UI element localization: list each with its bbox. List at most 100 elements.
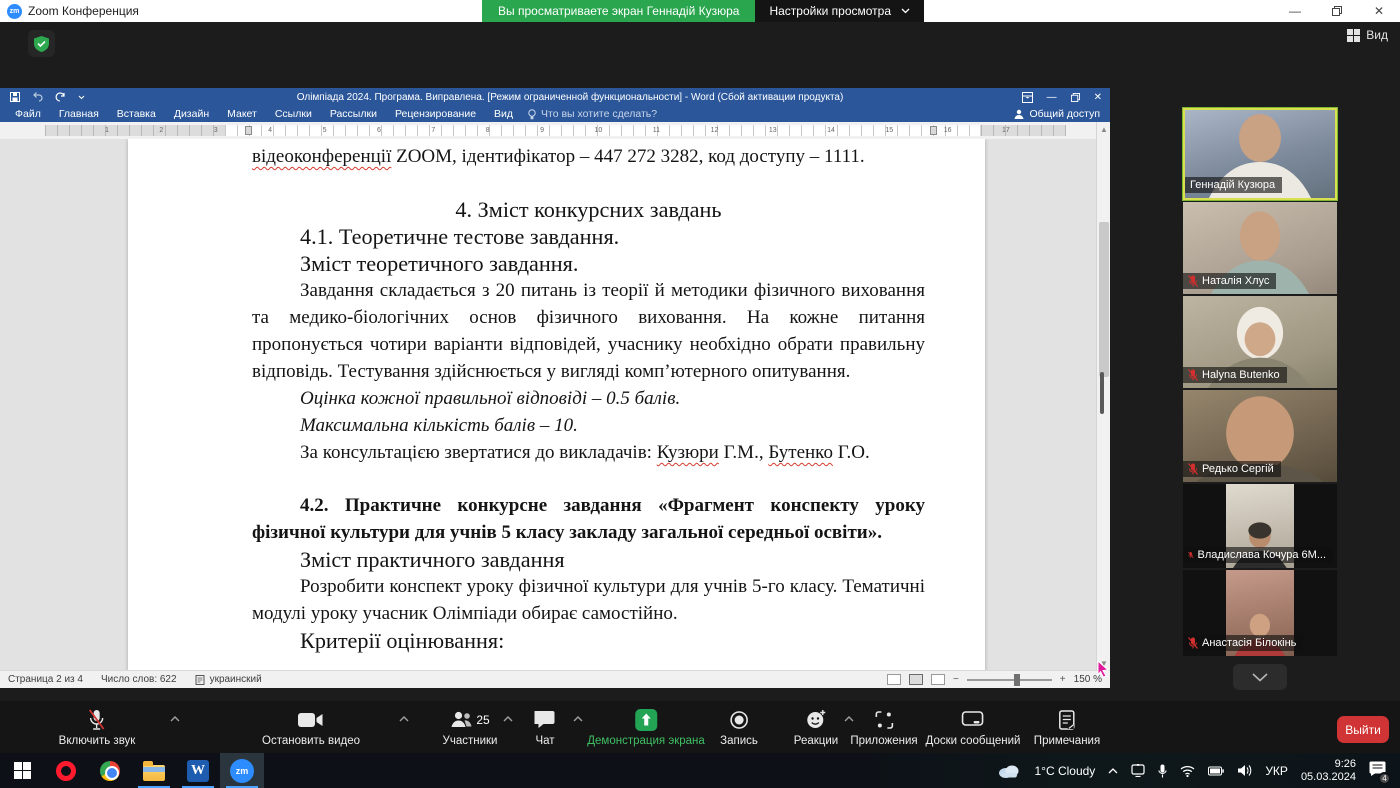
redo-icon[interactable] xyxy=(55,91,66,103)
participant-video-active-speaker[interactable]: Геннадій Кузюра xyxy=(1183,108,1337,200)
tray-mic-icon[interactable] xyxy=(1158,764,1168,778)
doc-paragraph-practice: Розробити конспект уроку фізичної культу… xyxy=(252,576,925,624)
taskbar-word-icon[interactable]: W xyxy=(176,753,220,788)
cast-screen-icon[interactable] xyxy=(1131,764,1145,777)
muted-mic-icon xyxy=(1188,463,1198,475)
word-status-bar: Страница 2 из 4 Число слов: 622 украинск… xyxy=(0,670,1110,688)
taskbar-opera-icon[interactable] xyxy=(44,753,88,788)
qat-customize-icon[interactable] xyxy=(78,95,85,100)
restore-button[interactable] xyxy=(1316,0,1358,22)
more-participants-button[interactable] xyxy=(1233,664,1287,690)
start-button[interactable] xyxy=(0,753,44,788)
undo-icon[interactable] xyxy=(32,92,43,102)
muted-mic-icon xyxy=(1188,551,1194,559)
lightbulb-icon xyxy=(528,108,536,119)
read-mode-button[interactable] xyxy=(886,674,901,685)
tab-references[interactable]: Ссылки xyxy=(266,106,321,122)
muted-mic-icon xyxy=(1188,637,1198,649)
close-button[interactable]: ✕ xyxy=(1358,0,1400,22)
horizontal-ruler[interactable]: 1 2 3 4 5 6 7 8 9 10 11 12 13 14 15 16 17 xyxy=(0,122,1096,139)
misspelled-word: Бутенко xyxy=(768,442,833,463)
hidden-icons-chevron[interactable] xyxy=(1108,767,1118,774)
participant-name-badge: Анастасія Білокінь xyxy=(1183,635,1304,651)
ribbon-options-icon[interactable] xyxy=(1021,91,1033,103)
view-layout-button[interactable]: Вид xyxy=(1347,28,1388,42)
tab-home[interactable]: Главная xyxy=(50,106,108,122)
participant-name-badge: Владислава Кочура 6М... xyxy=(1183,547,1333,563)
status-page-number[interactable]: Страница 2 из 4 xyxy=(8,674,83,685)
doc-consultation-line: За консультацією звертатися до викладачі… xyxy=(300,442,870,463)
zoom-in-button[interactable]: + xyxy=(1060,674,1066,685)
participants-button[interactable]: 25 Участники xyxy=(443,708,497,747)
stop-video-button[interactable]: Остановить видео xyxy=(262,708,360,747)
zoom-slider-knob[interactable] xyxy=(1013,673,1020,686)
tab-layout[interactable]: Макет xyxy=(218,106,266,122)
minimize-button[interactable]: — xyxy=(1274,0,1316,22)
leave-meeting-button[interactable]: Выйти xyxy=(1337,716,1389,743)
document-page[interactable]: відеоконференції ZOOM, ідентифікатор – 4… xyxy=(128,139,985,670)
tab-design[interactable]: Дизайн xyxy=(165,106,218,122)
scrollbar-thumb[interactable] xyxy=(1099,222,1109,377)
tell-me-box[interactable]: Что вы хотите сделать? xyxy=(522,108,657,120)
print-layout-button[interactable] xyxy=(908,674,923,685)
whiteboards-button[interactable]: Доски сообщений xyxy=(926,708,1020,747)
taskbar-chrome-icon[interactable] xyxy=(88,753,132,788)
tab-view[interactable]: Вид xyxy=(485,106,522,122)
battery-icon[interactable] xyxy=(1208,766,1225,776)
zoom-out-button[interactable]: − xyxy=(953,674,959,685)
share-screen-button[interactable]: Демонстрация экрана xyxy=(587,708,705,747)
wifi-icon[interactable] xyxy=(1180,765,1195,777)
weather-text[interactable]: 1°C Cloudy xyxy=(1034,764,1095,778)
participant-video[interactable]: Владислава Кочура 6М... xyxy=(1183,484,1337,568)
shared-screen-scrollbar-thumb[interactable] xyxy=(1100,372,1104,414)
notes-label: Примечания xyxy=(1033,735,1101,747)
participant-name-badge: Наталія Хлус xyxy=(1183,273,1277,289)
zoom-slider[interactable] xyxy=(966,673,1052,686)
tab-insert[interactable]: Вставка xyxy=(108,106,165,122)
document-viewport[interactable]: відеоконференції ZOOM, ідентифікатор – 4… xyxy=(0,139,1096,670)
word-close-button[interactable]: ✕ xyxy=(1094,92,1102,103)
status-word-count[interactable]: Число слов: 622 xyxy=(101,674,177,685)
speaker-icon[interactable] xyxy=(1237,764,1252,777)
apps-label: Приложения xyxy=(850,735,918,747)
word-minimize-button[interactable]: — xyxy=(1047,92,1057,103)
participant-video[interactable]: Halyna Butenko xyxy=(1183,296,1337,388)
word-ribbon-tabs: Файл Главная Вставка Дизайн Макет Ссылки… xyxy=(0,106,1110,122)
chat-options-chevron[interactable] xyxy=(573,716,583,722)
notification-center-button[interactable]: 4 xyxy=(1369,761,1391,785)
share-document-button[interactable]: Общий доступ xyxy=(1014,106,1100,122)
video-options-chevron[interactable] xyxy=(399,716,409,722)
record-button[interactable]: Запись xyxy=(720,708,758,747)
save-icon[interactable] xyxy=(10,92,20,102)
tab-file[interactable]: Файл xyxy=(6,106,50,122)
notes-button[interactable]: Примечания xyxy=(1034,708,1100,747)
taskbar-clock[interactable]: 9:26 05.03.2024 xyxy=(1301,758,1356,784)
tab-mailings[interactable]: Рассылки xyxy=(321,106,386,122)
participants-icon xyxy=(451,711,472,727)
view-layout-label: Вид xyxy=(1366,28,1388,42)
indent-marker[interactable] xyxy=(245,126,252,135)
unmute-button[interactable]: Включить звук xyxy=(59,708,135,747)
audio-options-chevron[interactable] xyxy=(170,716,180,722)
status-language[interactable]: украинский xyxy=(195,674,262,685)
language-indicator[interactable]: УКР xyxy=(1265,764,1288,778)
right-indent-marker[interactable] xyxy=(930,126,937,135)
tab-review[interactable]: Рецензирование xyxy=(386,106,485,122)
doc-heading-4-2: 4.2. Практичне конкурсне завдання «Фрагм… xyxy=(252,495,925,543)
taskbar-file-explorer-icon[interactable] xyxy=(132,753,176,788)
security-shield-icon[interactable] xyxy=(28,30,55,57)
taskbar-zoom-icon[interactable]: zm xyxy=(220,753,264,788)
doc-subheading-practice: Зміст практичного завдання xyxy=(300,547,565,572)
web-layout-button[interactable] xyxy=(930,674,945,685)
participant-video[interactable]: Редько Сергій xyxy=(1183,390,1337,482)
view-options-button[interactable]: Настройки просмотра xyxy=(755,0,924,22)
taskbar-time: 9:26 xyxy=(1334,757,1356,770)
participants-options-chevron[interactable] xyxy=(503,716,513,722)
participant-video[interactable]: Наталія Хлус xyxy=(1183,202,1337,294)
chat-button[interactable]: Чат xyxy=(534,708,556,747)
participant-video[interactable]: Анастасія Білокінь xyxy=(1183,570,1337,656)
zoom-title-bar: zm Zoom Конференция Вы просматриваете эк… xyxy=(0,0,1400,22)
word-restore-button[interactable] xyxy=(1070,92,1080,102)
apps-button[interactable]: Приложения xyxy=(850,708,918,747)
reactions-button[interactable]: Реакции xyxy=(794,708,838,747)
